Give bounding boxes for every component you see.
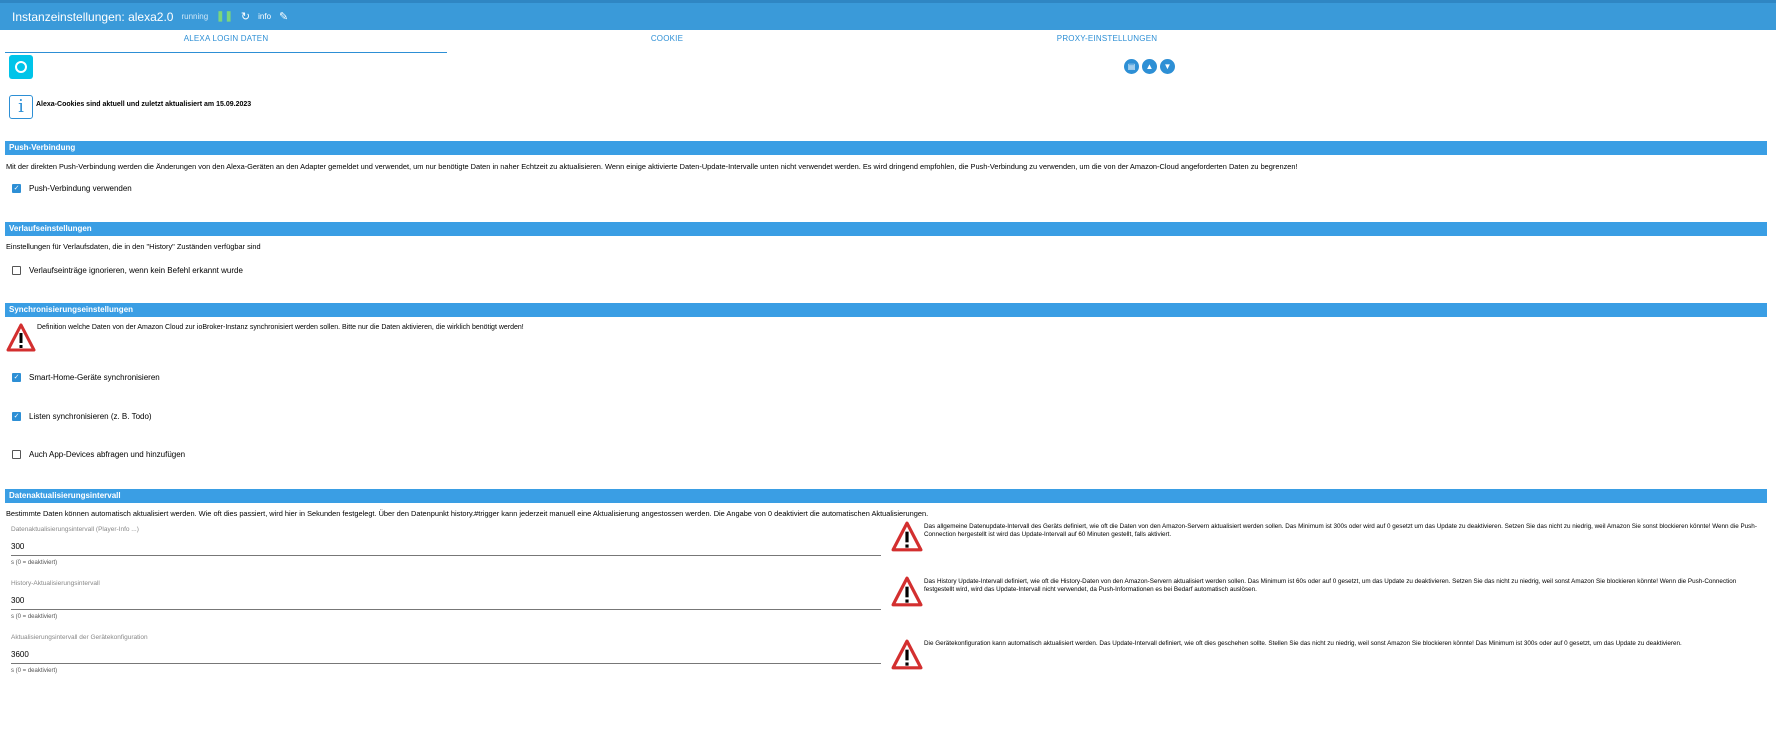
interval-description: Bestimmte Daten können automatisch aktua…	[6, 509, 929, 518]
title-bar: Instanzeinstellungen: alexa2.0 running ❚…	[0, 0, 1776, 30]
page-title: Instanzeinstellungen: alexa2.0	[12, 9, 174, 24]
push-checkbox-label: Push-Verbindung verwenden	[29, 184, 132, 193]
section-history: Verlaufseinstellungen	[5, 222, 1767, 236]
appdevices-checkbox[interactable]	[12, 450, 21, 459]
tab-cookie[interactable]: Cookie	[447, 30, 887, 52]
alexa-logo	[9, 55, 33, 79]
upload-icon[interactable]: ▲	[1142, 59, 1157, 74]
warning-icon	[6, 323, 36, 352]
refresh-icon[interactable]: ↻	[241, 10, 250, 23]
history-checkbox-label: Verlaufseinträge ignorieren, wenn kein B…	[29, 266, 243, 275]
book-icon[interactable]: ▤	[1124, 59, 1139, 74]
field-label: Aktualisierungsintervall der Gerätekonfi…	[11, 634, 148, 641]
tab-proxy[interactable]: Proxy-Einstellungen	[887, 30, 1327, 52]
push-checkbox[interactable]: ✓	[12, 184, 21, 193]
section-sync: Synchronisierungseinstellungen	[5, 303, 1767, 317]
smarthome-label: Smart-Home-Geräte synchronisieren	[29, 373, 160, 382]
field-help: s (0 = deaktiviert)	[11, 668, 58, 674]
warning-icon	[891, 521, 923, 552]
lists-label: Listen synchronisieren (z. B. Todo)	[29, 412, 152, 421]
status-text: running	[181, 12, 209, 21]
sync-option-lists[interactable]: ✓ Listen synchronisieren (z. B. Todo)	[12, 412, 152, 421]
history-interval-input[interactable]: 300	[11, 596, 881, 605]
tab-alexa-login[interactable]: Alexa Login Daten	[5, 30, 447, 53]
field-help: s (0 = deaktiviert)	[11, 614, 58, 620]
field-player-interval: Datenaktualisierungsintervall (Player-In…	[11, 526, 881, 566]
sync-option-smarthome[interactable]: ✓ Smart-Home-Geräte synchronisieren	[12, 373, 160, 382]
warning-icon	[891, 576, 923, 607]
warning-icon	[891, 639, 923, 670]
field-config-interval: Aktualisierungsintervall der Gerätekonfi…	[11, 634, 881, 674]
config-interval-input[interactable]: 3600	[11, 650, 881, 659]
field-label: Datenaktualisierungsintervall (Player-In…	[11, 526, 139, 533]
cookie-info-text: Alexa-Cookies sind aktuell und zuletzt a…	[36, 101, 252, 108]
push-checkbox-row[interactable]: ✓ Push-Verbindung verwenden	[12, 184, 132, 193]
pencil-icon[interactable]: ✎	[279, 10, 288, 23]
config-interval-warning: Die Gerätekonfiguration kann automatisch…	[924, 640, 1682, 647]
action-buttons: ▤ ▲ ▼	[1124, 59, 1175, 74]
appdevices-label: Auch App-Devices abfragen und hinzufügen	[29, 450, 186, 459]
field-history-interval: History-Aktualisierungsintervall 300 s (…	[11, 580, 881, 620]
smarthome-checkbox[interactable]: ✓	[12, 373, 21, 382]
sync-option-appdevices[interactable]: Auch App-Devices abfragen und hinzufügen	[12, 450, 185, 459]
download-icon[interactable]: ▼	[1160, 59, 1175, 74]
sync-warning-text: Definition welche Daten von der Amazon C…	[37, 324, 524, 331]
history-checkbox[interactable]	[12, 266, 21, 275]
pause-icon[interactable]: ❚❚	[216, 11, 233, 22]
lists-checkbox[interactable]: ✓	[12, 412, 21, 421]
tab-bar: Alexa Login Daten Cookie Proxy-Einstellu…	[0, 30, 1776, 53]
player-interval-warning: Das allgemeine Datenupdate-Intervall des…	[924, 523, 1757, 538]
info-link[interactable]: info	[258, 12, 271, 21]
section-push: Push-Verbindung	[5, 141, 1767, 155]
field-help: s (0 = deaktiviert)	[11, 560, 58, 566]
history-interval-warning: Das History Update-Intervall definiert, …	[924, 578, 1737, 593]
push-description: Mit der direkten Push-Verbindung werden …	[6, 162, 1298, 171]
player-interval-input[interactable]: 300	[11, 542, 881, 551]
section-interval: Datenaktualisierungsintervall	[5, 489, 1767, 503]
field-label: History-Aktualisierungsintervall	[11, 580, 100, 587]
history-description: Einstellungen für Verlaufsdaten, die in …	[6, 242, 261, 251]
history-checkbox-row[interactable]: Verlaufseinträge ignorieren, wenn kein B…	[12, 266, 243, 275]
info-icon: i	[9, 95, 33, 119]
